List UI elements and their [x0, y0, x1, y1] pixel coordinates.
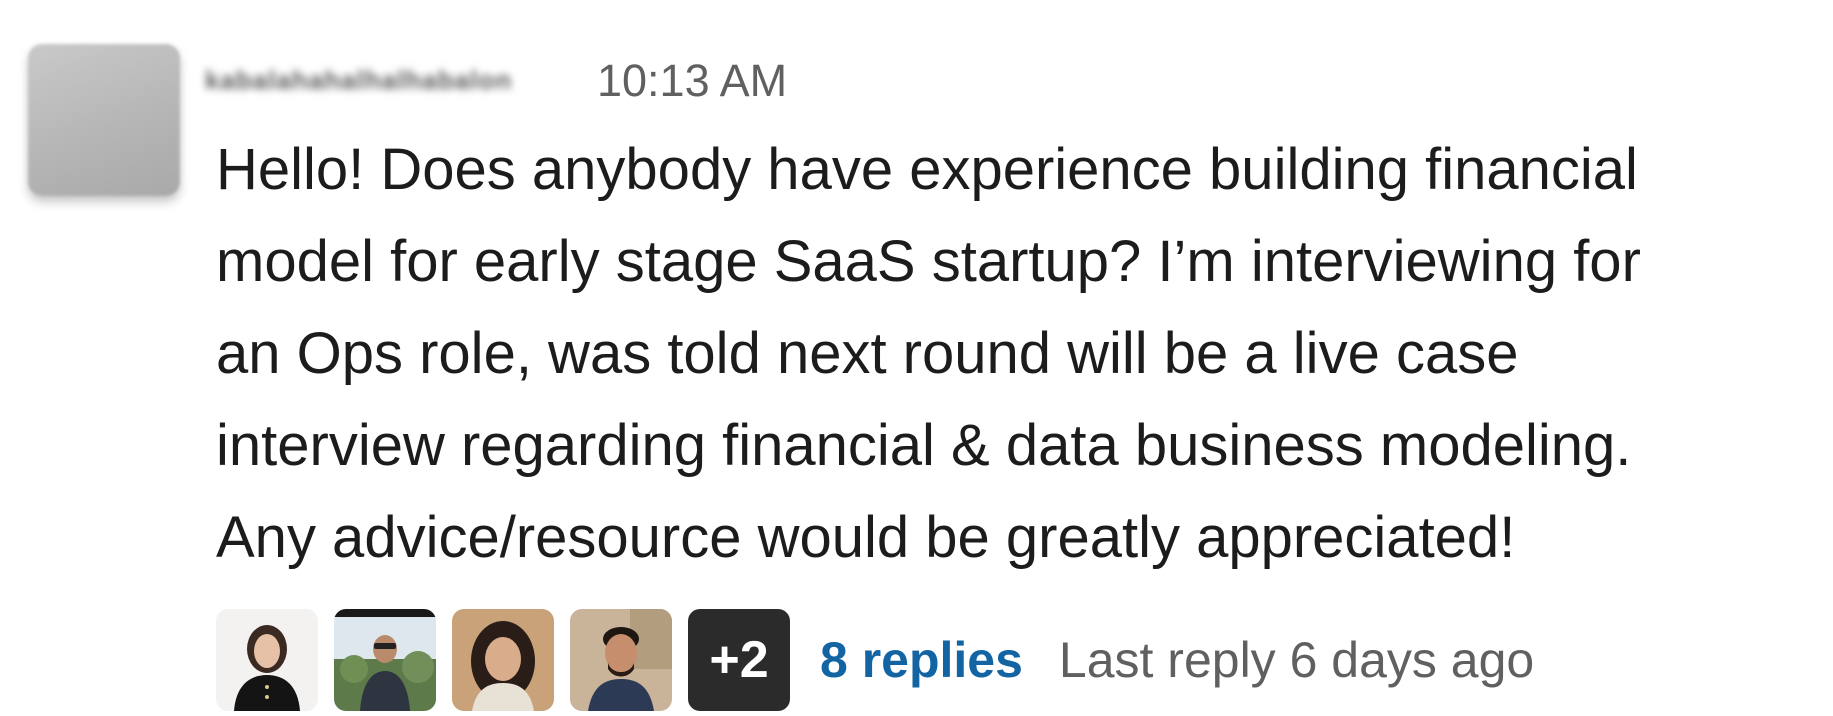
message-text: Hello! Does anybody have experience buil…: [216, 137, 1641, 570]
author-name-text: kabalahahalhalhabalon: [205, 65, 513, 95]
author-avatar[interactable]: [28, 44, 180, 196]
participant-avatar: [334, 609, 436, 711]
message: kabalahahalhalhabalon 10:13 AM Hello! Do…: [0, 0, 1833, 716]
message-timestamp[interactable]: 10:13 AM: [597, 58, 787, 103]
last-reply-text: Last reply 6 days ago: [1058, 632, 1535, 688]
person-avatar-icon: [216, 609, 318, 711]
participant-avatar: [570, 609, 672, 711]
participant-avatar: [452, 609, 554, 711]
participant-avatar: [216, 609, 318, 711]
person-avatar-icon: [452, 609, 554, 711]
author-name[interactable]: kabalahahalhalhabalon: [205, 65, 567, 95]
thread-summary[interactable]: +2 8 replies Last reply 6 days ago: [216, 608, 1534, 712]
person-avatar-icon: [334, 609, 436, 711]
person-avatar-icon: [570, 609, 672, 711]
message-header: kabalahahalhalhabalon 10:13 AM: [205, 48, 787, 112]
more-participants-badge: +2: [688, 609, 790, 711]
replies-link[interactable]: 8 replies: [820, 631, 1023, 689]
